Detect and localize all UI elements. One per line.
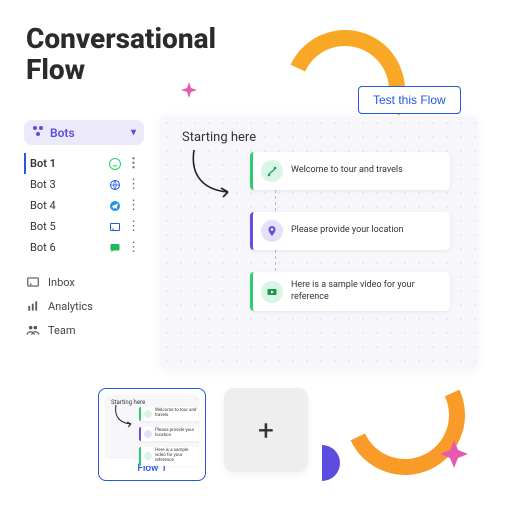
bot-list-item[interactable]: Bot 6 ⋮ xyxy=(24,237,144,258)
test-flow-button[interactable]: Test this Flow xyxy=(358,86,461,114)
bot-list-item[interactable]: Bot 4 ⋮ xyxy=(24,195,144,216)
analytics-icon xyxy=(26,299,40,313)
more-icon[interactable]: ⋮ xyxy=(127,178,140,191)
bot-name: Bot 4 xyxy=(30,199,56,212)
video-icon xyxy=(261,281,283,303)
start-label: Starting here xyxy=(182,130,462,145)
globe-icon xyxy=(109,179,121,191)
chat-icon xyxy=(109,242,121,254)
bot-name: Bot 3 xyxy=(30,178,56,191)
more-icon[interactable]: ⋮ xyxy=(127,157,140,170)
chevron-down-icon: ▾ xyxy=(131,127,136,138)
sidebar: Bots ▾ Bot 1 ⋮ Bot 3 ⋮ Bot 4 ⋮ B xyxy=(24,120,144,342)
whatsapp-icon xyxy=(109,158,121,170)
nav-inbox[interactable]: Inbox xyxy=(24,270,144,294)
page-title: ConversationalFlow xyxy=(26,24,216,86)
flow-node[interactable]: Here is a sample video for your referenc… xyxy=(250,272,450,311)
bots-icon xyxy=(32,125,44,140)
arrow-icon xyxy=(184,146,244,206)
flow-thumbnail[interactable]: Starting here Welcome to tour and travel… xyxy=(98,388,206,481)
team-icon xyxy=(26,323,40,337)
nav-analytics[interactable]: Analytics xyxy=(24,294,144,318)
bot-name: Bot 6 xyxy=(30,241,56,254)
nav-label: Team xyxy=(48,324,76,337)
nav-label: Analytics xyxy=(48,300,93,313)
flow-canvas[interactable]: Starting here Welcome to tour and travel… xyxy=(160,116,478,368)
sparkle-icon xyxy=(440,440,468,468)
bot-list-item[interactable]: Bot 1 ⋮ xyxy=(24,153,144,174)
pin-icon xyxy=(261,220,283,242)
flow-node[interactable]: Welcome to tour and travels xyxy=(250,152,450,190)
arrow-icon xyxy=(111,403,137,429)
widget-icon xyxy=(109,221,121,233)
bots-dropdown[interactable]: Bots ▾ xyxy=(24,120,144,145)
thumbnail-preview: Starting here Welcome to tour and travel… xyxy=(105,395,199,459)
bots-label: Bots xyxy=(50,126,75,140)
more-icon[interactable]: ⋮ xyxy=(127,220,140,233)
plus-icon: + xyxy=(258,414,274,447)
node-text: Please provide your location xyxy=(291,225,404,237)
bot-list-item[interactable]: Bot 3 ⋮ xyxy=(24,174,144,195)
nav-label: Inbox xyxy=(48,276,75,289)
flow-nodes: Welcome to tour and travels Please provi… xyxy=(250,152,450,333)
flow-node[interactable]: Please provide your location xyxy=(250,212,450,250)
bot-list-item[interactable]: Bot 5 ⋮ xyxy=(24,216,144,237)
route-icon xyxy=(261,160,283,182)
decorative-shape xyxy=(304,445,340,481)
inbox-icon xyxy=(26,275,40,289)
more-icon[interactable]: ⋮ xyxy=(127,199,140,212)
more-icon[interactable]: ⋮ xyxy=(127,241,140,254)
add-flow-button[interactable]: + xyxy=(224,388,308,472)
bot-name: Bot 1 xyxy=(30,157,56,170)
node-text: Here is a sample video for your referenc… xyxy=(291,280,440,303)
telegram-icon xyxy=(109,200,121,212)
bot-list: Bot 1 ⋮ Bot 3 ⋮ Bot 4 ⋮ Bot 5 ⋮ xyxy=(24,153,144,258)
nav-team[interactable]: Team xyxy=(24,318,144,342)
flow-thumbnails: Starting here Welcome to tour and travel… xyxy=(98,388,308,481)
bot-name: Bot 5 xyxy=(30,220,56,233)
node-text: Welcome to tour and travels xyxy=(291,165,403,177)
